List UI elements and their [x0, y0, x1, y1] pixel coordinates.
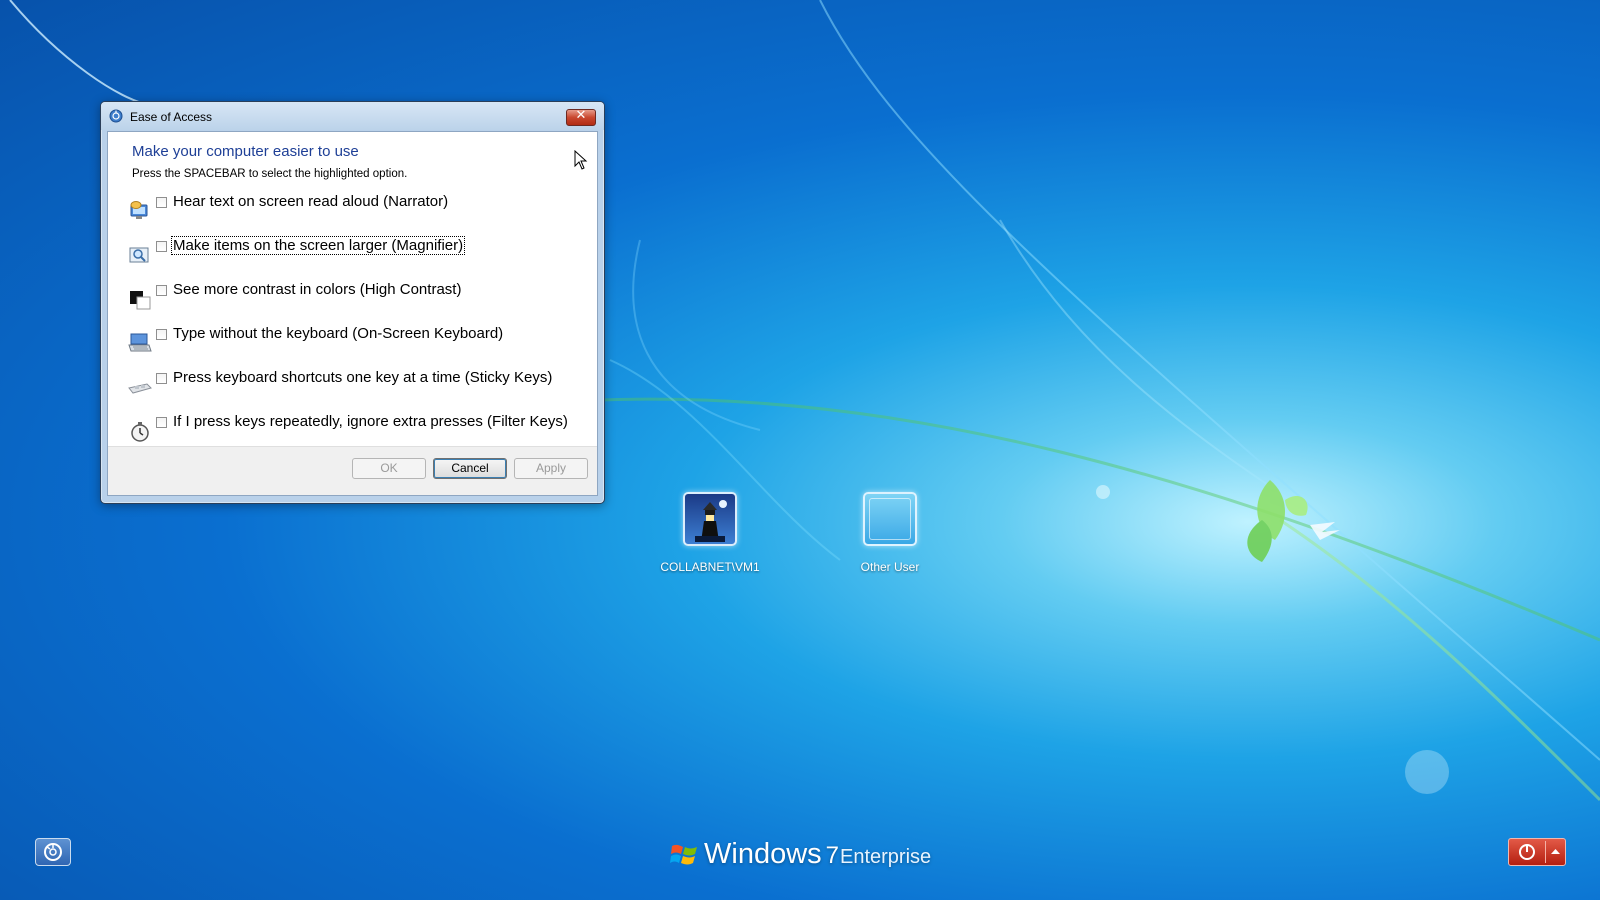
- user-avatar[interactable]: [683, 492, 737, 546]
- shutdown-options-button[interactable]: [1546, 839, 1565, 865]
- filter-keys-checkbox[interactable]: [156, 417, 167, 428]
- shutdown-button[interactable]: [1509, 839, 1545, 865]
- option-high-contrast[interactable]: See more contrast in colors (High Contra…: [128, 281, 588, 315]
- apply-button[interactable]: Apply: [514, 458, 588, 479]
- ease-of-access-icon: [109, 109, 123, 123]
- on-screen-keyboard-checkbox[interactable]: [156, 329, 167, 340]
- sticky-keys-label[interactable]: Press keyboard shortcuts one key at a ti…: [172, 369, 553, 386]
- dialog-titlebar[interactable]: Ease of Access ✕: [101, 102, 604, 130]
- on-screen-keyboard-icon: [128, 333, 152, 352]
- on-screen-keyboard-label[interactable]: Type without the keyboard (On-Screen Key…: [172, 325, 504, 342]
- user-tile-vm1[interactable]: COLLABNET\VM1: [640, 492, 780, 574]
- default-avatar-icon: [869, 498, 911, 540]
- product-name: Windows: [704, 838, 822, 870]
- narrator-checkbox[interactable]: [156, 197, 167, 208]
- option-magnifier[interactable]: Make items on the screen larger (Magnifi…: [128, 236, 588, 271]
- shutdown-button-group: [1508, 838, 1566, 866]
- option-narrator[interactable]: Hear text on screen read aloud (Narrator…: [128, 193, 588, 227]
- narrator-icon: [130, 201, 148, 219]
- magnifier-checkbox[interactable]: [156, 241, 167, 252]
- sticky-keys-checkbox[interactable]: [156, 373, 167, 384]
- magnifier-icon: [129, 247, 149, 263]
- ok-button[interactable]: OK: [352, 458, 426, 479]
- dialog-heading: Make your computer easier to use: [132, 143, 359, 160]
- ease-of-access-icon: [44, 843, 62, 861]
- high-contrast-icon: [130, 291, 151, 310]
- dialog-title: Ease of Access: [130, 110, 213, 124]
- user-avatar[interactable]: [863, 492, 917, 546]
- windows-logo-icon: [670, 844, 697, 865]
- option-filter-keys[interactable]: If I press keys repeatedly, ignore extra…: [128, 413, 588, 447]
- power-icon: [1519, 844, 1535, 860]
- user-tile-other[interactable]: Other User: [820, 492, 960, 574]
- chevron-up-icon: [1551, 849, 1560, 854]
- ease-of-access-button[interactable]: [35, 838, 71, 866]
- cancel-button[interactable]: Cancel: [433, 458, 507, 479]
- lighthouse-avatar-icon: [695, 500, 727, 542]
- windows-wordmark: Windows 7: [704, 838, 839, 871]
- sticky-keys-icon: [128, 383, 152, 394]
- dialog-instruction: Press the SPACEBAR to select the highlig…: [132, 168, 408, 180]
- filter-keys-icon: [131, 422, 149, 442]
- option-sticky-keys[interactable]: Press keyboard shortcuts one key at a ti…: [128, 369, 588, 403]
- filter-keys-label[interactable]: If I press keys repeatedly, ignore extra…: [172, 413, 569, 430]
- close-icon: ✕: [575, 108, 587, 123]
- magnifier-label[interactable]: Make items on the screen larger (Magnifi…: [170, 236, 466, 255]
- mouse-cursor-icon: [574, 150, 588, 170]
- edition-name: Enterprise: [840, 846, 932, 868]
- option-on-screen-keyboard[interactable]: Type without the keyboard (On-Screen Key…: [128, 325, 588, 359]
- high-contrast-label[interactable]: See more contrast in colors (High Contra…: [172, 281, 462, 298]
- narrator-label[interactable]: Hear text on screen read aloud (Narrator…: [172, 193, 449, 210]
- dialog-content: Make your computer easier to use Press t…: [107, 131, 598, 496]
- close-button[interactable]: ✕: [566, 108, 596, 126]
- version-number: 7: [825, 842, 840, 869]
- user-name: Other User: [860, 560, 920, 574]
- leaf-decoration: [1247, 480, 1308, 562]
- high-contrast-checkbox[interactable]: [156, 285, 167, 296]
- ease-of-access-dialog: Ease of Access ✕ Make your computer easi…: [100, 101, 605, 504]
- user-name: COLLABNET\VM1: [660, 560, 760, 574]
- dialog-button-bar: OK Cancel Apply: [108, 446, 597, 495]
